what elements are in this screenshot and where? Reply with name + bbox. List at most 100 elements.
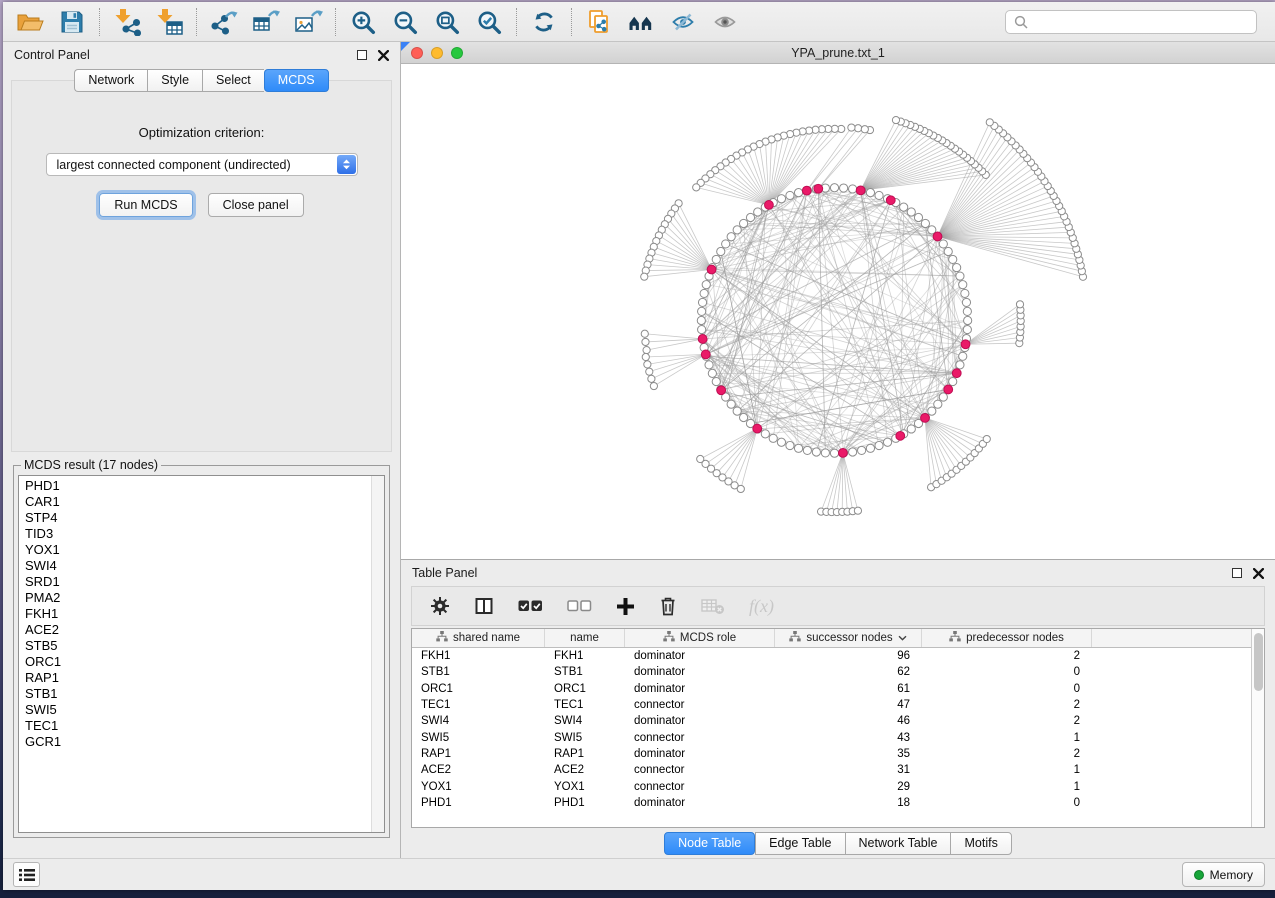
export-table-button[interactable]: [245, 5, 287, 39]
equation-editor-button[interactable]: f(x): [749, 596, 774, 617]
table-tab-edge-table[interactable]: Edge Table: [755, 832, 844, 855]
tab-mcds[interactable]: MCDS: [264, 69, 329, 92]
close-table-panel-icon[interactable]: [1253, 568, 1264, 579]
table-cell: 62: [775, 666, 922, 678]
tab-style[interactable]: Style: [147, 69, 202, 92]
main-toolbar: [3, 2, 1275, 42]
table-cell: connector: [625, 781, 775, 793]
zoom-fit-button[interactable]: [426, 5, 468, 39]
import-network-button[interactable]: [106, 5, 148, 39]
table-row[interactable]: ORC1ORC1dominator610: [412, 681, 1251, 697]
import-table-button[interactable]: [148, 5, 190, 39]
table-settings-button[interactable]: [430, 596, 450, 616]
column-header-name[interactable]: name: [545, 629, 625, 647]
result-list-item[interactable]: STB5: [25, 638, 371, 654]
run-mcds-button[interactable]: Run MCDS: [99, 193, 192, 217]
table-row[interactable]: FKH1FKH1dominator962: [412, 648, 1251, 664]
result-list-scrollbar[interactable]: [371, 476, 384, 832]
tab-select[interactable]: Select: [202, 69, 264, 92]
table-cell: FKH1: [545, 650, 625, 662]
open-file-button[interactable]: [9, 5, 51, 39]
split-panel-button[interactable]: [474, 596, 494, 616]
column-header-successor-nodes[interactable]: successor nodes: [775, 629, 922, 647]
table-cell: dominator: [625, 797, 775, 809]
memory-button[interactable]: Memory: [1182, 862, 1265, 887]
first-neighbors-button[interactable]: [620, 5, 662, 39]
column-header-shared-name[interactable]: shared name: [412, 629, 545, 647]
zoom-selected-icon: [476, 9, 502, 35]
network-canvas[interactable]: [401, 64, 1275, 559]
table-cell: dominator: [625, 650, 775, 662]
result-list-item[interactable]: SWI5: [25, 702, 371, 718]
table-row[interactable]: SWI4SWI4dominator462: [412, 713, 1251, 729]
table-cell: connector: [625, 764, 775, 776]
result-list-item[interactable]: SRD1: [25, 574, 371, 590]
table-row[interactable]: SWI5SWI5connector431: [412, 729, 1251, 745]
mcds-result-list[interactable]: PHD1CAR1STP4TID3YOX1SWI4SRD1PMA2FKH1ACE2…: [19, 476, 371, 832]
result-list-item[interactable]: YOX1: [25, 542, 371, 558]
add-column-button[interactable]: [616, 597, 635, 616]
show-all-button[interactable]: [704, 5, 746, 39]
table-tab-motifs[interactable]: Motifs: [950, 832, 1011, 855]
table-tab-network-table[interactable]: Network Table: [845, 832, 951, 855]
table-cell: SWI5: [545, 732, 625, 744]
select-all-button[interactable]: [518, 599, 543, 613]
table-cell: 31: [775, 764, 922, 776]
window-close-icon[interactable]: [411, 47, 423, 59]
optimization-criterion-select[interactable]: largest connected component (undirected): [46, 153, 358, 176]
export-image-button[interactable]: [287, 5, 329, 39]
zoom-selected-button[interactable]: [468, 5, 510, 39]
list-menu-icon: [19, 868, 35, 882]
table-cell: 1: [922, 764, 1092, 776]
table-row[interactable]: PHD1PHD1dominator180: [412, 795, 1251, 811]
result-list-item[interactable]: PMA2: [25, 590, 371, 606]
table-row[interactable]: TEC1TEC1connector472: [412, 697, 1251, 713]
mcds-result-title: MCDS result (17 nodes): [21, 458, 161, 472]
table-row[interactable]: RAP1RAP1dominator352: [412, 746, 1251, 762]
zoom-out-button[interactable]: [384, 5, 426, 39]
tab-network[interactable]: Network: [74, 69, 147, 92]
delete-columns-button[interactable]: [659, 596, 677, 616]
result-list-item[interactable]: ORC1: [25, 654, 371, 670]
table-tab-node-table[interactable]: Node Table: [664, 832, 755, 855]
close-panel-icon[interactable]: [378, 50, 389, 61]
zoom-out-icon: [392, 9, 418, 35]
result-list-item[interactable]: STB1: [25, 686, 371, 702]
refresh-view-button[interactable]: [523, 5, 565, 39]
close-panel-button[interactable]: Close panel: [208, 193, 304, 217]
column-header-predecessor-nodes[interactable]: predecessor nodes: [922, 629, 1092, 647]
result-list-item[interactable]: TID3: [25, 526, 371, 542]
clone-network-button[interactable]: [578, 5, 620, 39]
toolbar-separator: [99, 8, 100, 36]
table-row[interactable]: ACE2ACE2connector311: [412, 762, 1251, 778]
hide-selected-button[interactable]: [662, 5, 704, 39]
window-minimize-icon[interactable]: [431, 47, 443, 59]
result-list-item[interactable]: SWI4: [25, 558, 371, 574]
result-list-item[interactable]: TEC1: [25, 718, 371, 734]
result-list-item[interactable]: CAR1: [25, 494, 371, 510]
float-table-panel-icon[interactable]: [1232, 568, 1242, 578]
table-tabs: Node TableEdge TableNetwork TableMotifs: [401, 828, 1275, 858]
table-scrollbar-thumb[interactable]: [1254, 633, 1263, 691]
table-header-row: shared namenameMCDS rolesuccessor nodesp…: [412, 629, 1251, 648]
table-row[interactable]: YOX1YOX1connector291: [412, 778, 1251, 794]
search-input[interactable]: [1034, 15, 1248, 29]
result-list-item[interactable]: STP4: [25, 510, 371, 526]
float-panel-icon[interactable]: [357, 50, 367, 60]
column-header-MCDS-role[interactable]: MCDS role: [625, 629, 775, 647]
memory-label: Memory: [1210, 868, 1253, 882]
delete-table-button[interactable]: [701, 597, 725, 615]
table-row[interactable]: STB1STB1dominator620: [412, 664, 1251, 680]
export-network-button[interactable]: [203, 5, 245, 39]
table-scrollbar[interactable]: [1251, 629, 1264, 827]
show-panels-menu-button[interactable]: [13, 862, 40, 887]
result-list-item[interactable]: RAP1: [25, 670, 371, 686]
result-list-item[interactable]: PHD1: [25, 478, 371, 494]
zoom-in-button[interactable]: [342, 5, 384, 39]
result-list-item[interactable]: ACE2: [25, 622, 371, 638]
result-list-item[interactable]: GCR1: [25, 734, 371, 750]
window-maximize-icon[interactable]: [451, 47, 463, 59]
result-list-item[interactable]: FKH1: [25, 606, 371, 622]
save-session-button[interactable]: [51, 5, 93, 39]
deselect-all-button[interactable]: [567, 599, 592, 613]
